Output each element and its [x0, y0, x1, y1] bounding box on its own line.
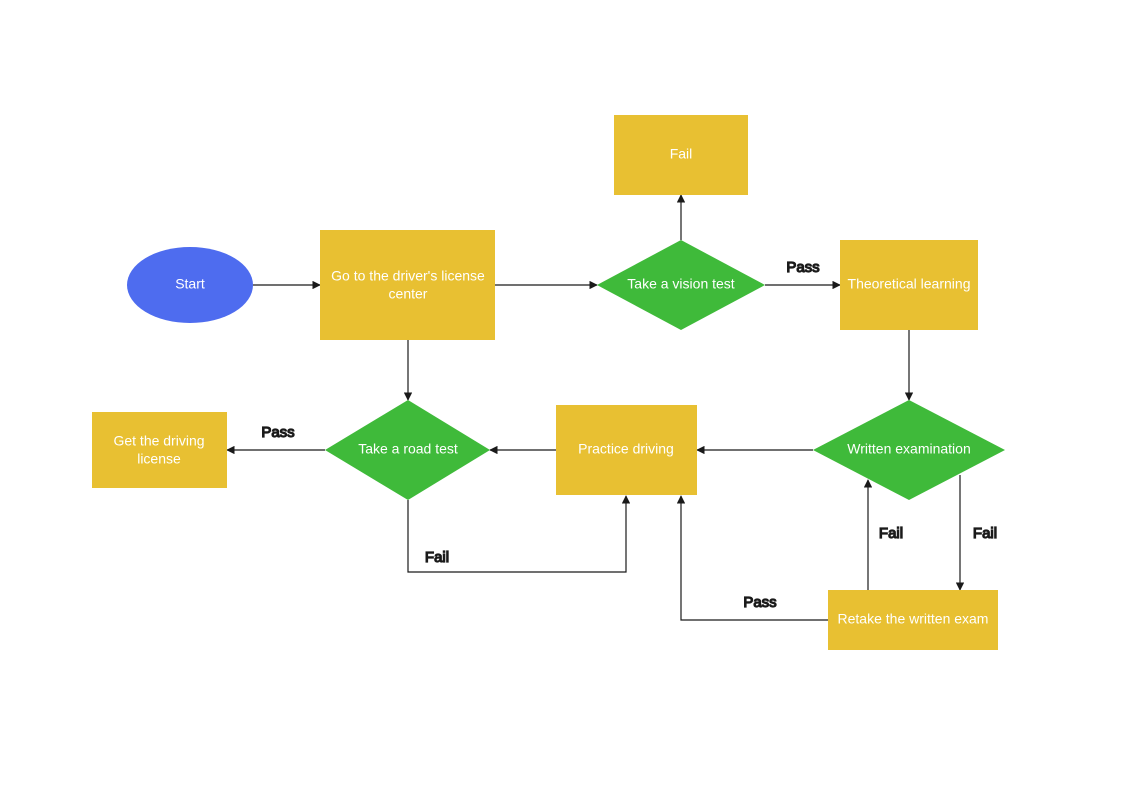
node-get-license: Get the driving license [92, 412, 227, 488]
node-practice-label: Practice driving [578, 441, 674, 457]
node-go-center: Go to the driver's license center [320, 230, 495, 340]
edge-label-retake-fail: Fail [879, 525, 903, 542]
node-vision-test-label: Take a vision test [627, 276, 734, 292]
node-start: Start [127, 247, 253, 323]
edge-label-road-pass: Pass [261, 424, 294, 441]
node-start-label: Start [175, 276, 205, 292]
flowchart-canvas: Pass Fail Fail Pass Pass Fail Start Go [0, 0, 1123, 794]
node-written-exam-label: Written examination [847, 441, 970, 457]
edge-label-written-fail: Fail [973, 525, 997, 542]
node-get-license-label2: license [137, 451, 181, 467]
node-practice: Practice driving [556, 405, 697, 495]
edge-label-vision-pass: Pass [786, 259, 819, 276]
node-get-license-label1: Get the driving [113, 433, 204, 449]
node-fail-top-label: Fail [670, 146, 693, 162]
edge-label-retake-pass: Pass [743, 594, 776, 611]
node-go-center-label1: Go to the driver's license [331, 268, 485, 284]
node-fail-top: Fail [614, 115, 748, 195]
edge-label-road-fail: Fail [425, 549, 449, 566]
node-vision-test: Take a vision test [597, 240, 765, 330]
node-road-test: Take a road test [325, 400, 490, 500]
node-retake: Retake the written exam [828, 590, 998, 650]
node-retake-label: Retake the written exam [838, 611, 989, 627]
node-written-exam: Written examination [813, 400, 1005, 500]
node-theoretical: Theoretical learning [840, 240, 978, 330]
node-go-center-label2: center [389, 286, 428, 302]
node-road-test-label: Take a road test [358, 441, 458, 457]
node-theoretical-label: Theoretical learning [848, 276, 971, 292]
